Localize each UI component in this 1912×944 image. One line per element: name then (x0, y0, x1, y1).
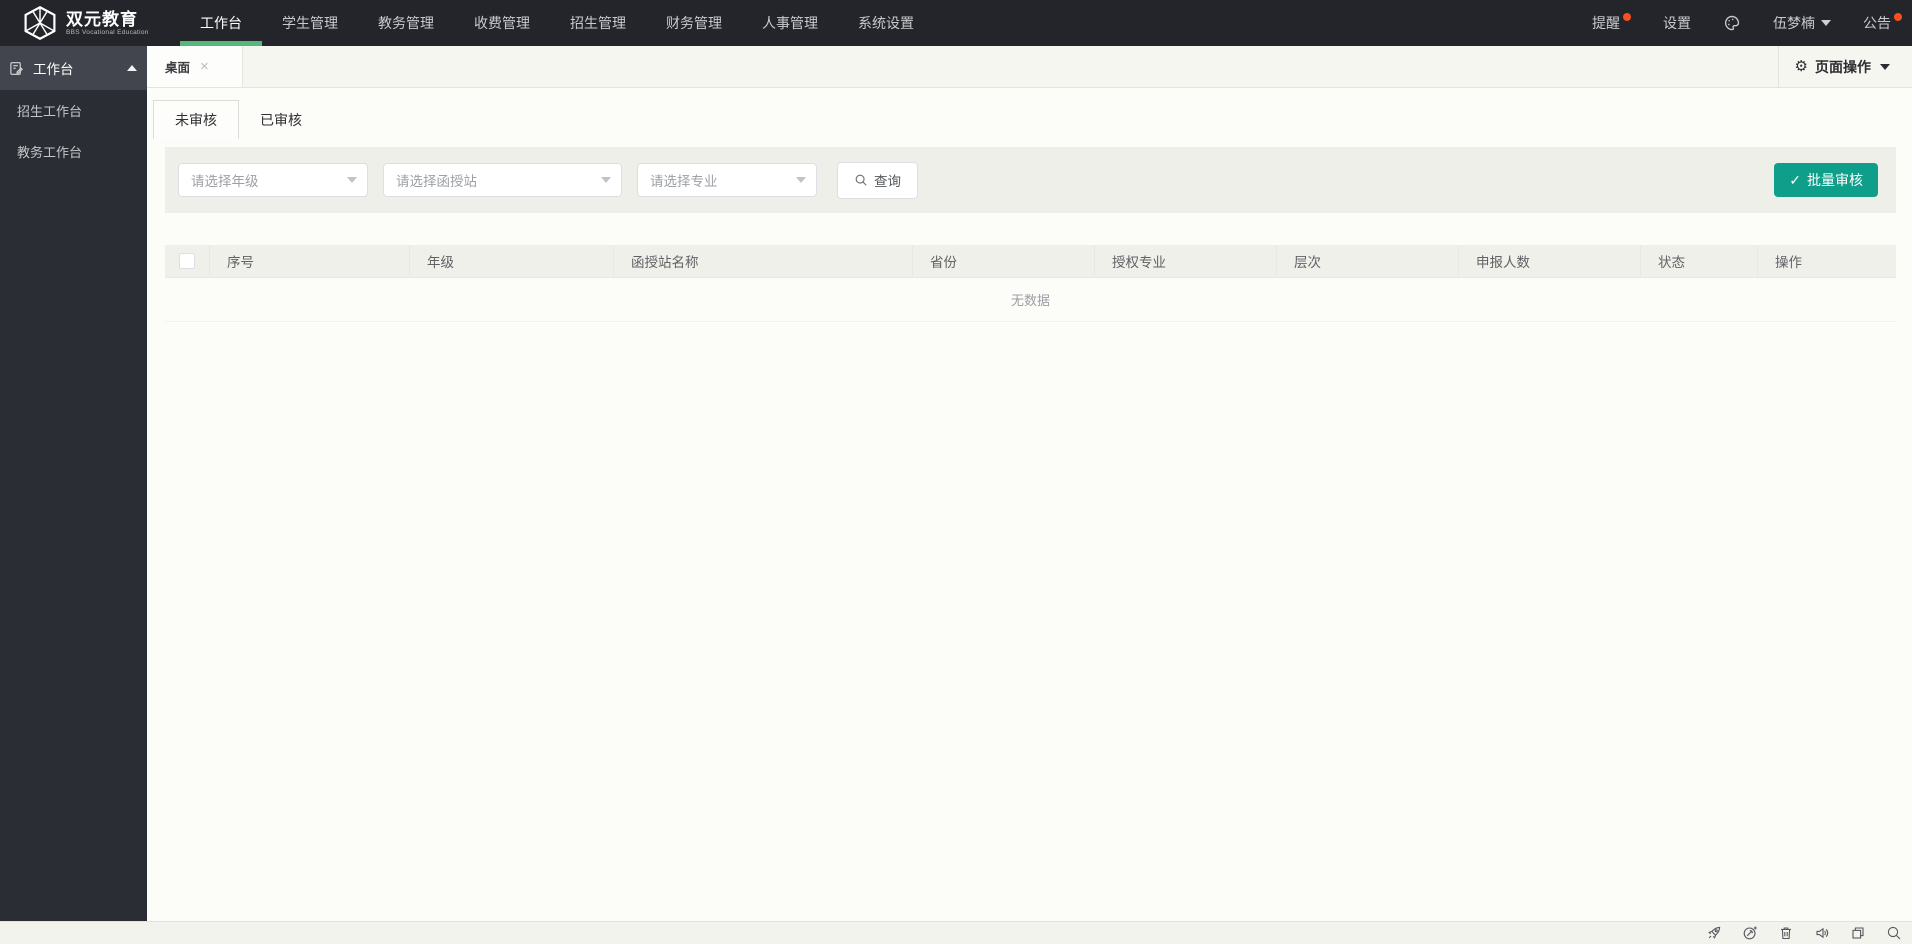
sidebar-group-workbench[interactable]: 工作台 (0, 46, 147, 90)
query-button[interactable]: 查询 (837, 161, 918, 199)
settings-button[interactable]: 设置 (1663, 13, 1691, 33)
query-button-label: 查询 (874, 174, 901, 189)
col-header-grade: 年级 (410, 245, 614, 277)
chevron-down-icon (796, 177, 806, 183)
col-header-level: 层次 (1277, 245, 1459, 277)
col-header-station-name: 函授站名称 (614, 245, 913, 277)
bottom-toolbar (0, 921, 1912, 944)
sidebar-item-label: 教务工作台 (17, 145, 83, 160)
menu-item-workbench[interactable]: 工作台 (180, 0, 262, 46)
batch-review-button[interactable]: ✓ 批量审核 (1774, 163, 1878, 197)
chevron-up-icon (127, 65, 137, 71)
select-all-cell (165, 245, 210, 277)
page-actions-button[interactable]: ⚙ 页面操作 (1777, 46, 1912, 87)
review-status-tabs: 未审核 已审核 (153, 100, 1912, 139)
col-header-province: 省份 (913, 245, 1095, 277)
menu-item-finance[interactable]: 财务管理 (646, 0, 742, 46)
user-menu[interactable]: 伍梦楠 (1773, 13, 1831, 33)
announcement-badge-dot (1894, 13, 1902, 21)
sidebar-item-enrollment-workbench[interactable]: 招生工作台 (0, 90, 147, 131)
menu-item-students[interactable]: 学生管理 (262, 0, 358, 46)
top-navbar: 双元教育 BBS Vocational Education 工作台 学生管理 教… (0, 0, 1912, 46)
col-header-authorized-major: 授权专业 (1095, 245, 1277, 277)
menu-item-label: 系统设置 (858, 15, 914, 31)
menu-item-system-settings[interactable]: 系统设置 (838, 0, 934, 46)
reminder-button[interactable]: 提醒 (1592, 13, 1631, 33)
batch-review-label: 批量审核 (1807, 172, 1863, 188)
table-header-row: 序号 年级 函授站名称 省份 授权专业 层次 申报人数 状态 操作 (165, 245, 1896, 278)
settings-label: 设置 (1663, 15, 1691, 31)
reminder-badge-dot (1623, 13, 1631, 21)
navbar-right: 提醒 设置 伍梦楠 公告 (1592, 13, 1912, 33)
major-select[interactable]: 请选择专业 (637, 163, 817, 197)
chevron-down-icon (601, 177, 611, 183)
review-table: 序号 年级 函授站名称 省份 授权专业 层次 申报人数 状态 操作 无数据 (165, 245, 1896, 322)
col-header-applicant-count: 申报人数 (1459, 245, 1641, 277)
sidebar-item-academic-workbench[interactable]: 教务工作台 (0, 131, 147, 172)
username-label: 伍梦楠 (1773, 15, 1815, 31)
sidebar: 工作台 招生工作台 教务工作台 (0, 46, 147, 921)
theme-button[interactable] (1723, 14, 1741, 32)
menu-item-academic[interactable]: 教务管理 (358, 0, 454, 46)
menu-item-label: 人事管理 (762, 15, 818, 31)
tab-unreviewed[interactable]: 未审核 (153, 100, 239, 139)
menu-item-label: 财务管理 (666, 15, 722, 31)
select-all-checkbox[interactable] (179, 253, 195, 269)
menu-item-label: 招生管理 (570, 15, 626, 31)
table-empty-message: 无数据 (165, 278, 1896, 322)
palette-icon (1724, 15, 1740, 31)
menu-item-label: 工作台 (200, 15, 242, 31)
workbench-doc-icon (10, 61, 23, 75)
tab-label: 未审核 (175, 112, 217, 128)
grade-select[interactable]: 请选择年级 (178, 163, 368, 197)
sidebar-item-label: 招生工作台 (17, 104, 83, 119)
search-icon[interactable] (1886, 925, 1902, 941)
speed-test-icon[interactable] (1742, 925, 1758, 941)
announcement-button[interactable]: 公告 (1863, 13, 1902, 33)
filter-bar: 请选择年级 请选择函授站 请选择专业 查询 ✓ 批量审核 (165, 147, 1896, 213)
page-tabstrip: 桌面 × ⚙ 页面操作 (147, 46, 1912, 88)
reminder-label: 提醒 (1592, 15, 1620, 31)
tab-label: 已审核 (260, 111, 302, 128)
logo-hexagon-icon (24, 6, 56, 40)
page-tab-desktop[interactable]: 桌面 × (147, 46, 243, 87)
menu-item-label: 收费管理 (474, 15, 530, 31)
tab-reviewed[interactable]: 已审核 (239, 100, 323, 139)
logo-title: 双元教育 (66, 9, 138, 29)
rocket-icon[interactable] (1706, 925, 1722, 941)
page-tab-label: 桌面 (165, 61, 191, 75)
sidebar-group-label: 工作台 (33, 62, 74, 77)
search-icon (855, 174, 867, 186)
grade-select-placeholder: 请选择年级 (191, 174, 259, 189)
menu-item-label: 教务管理 (378, 15, 434, 31)
check-icon: ✓ (1789, 172, 1801, 188)
chevron-down-icon (347, 177, 357, 183)
speaker-icon[interactable] (1814, 925, 1830, 941)
chevron-down-icon (1880, 63, 1890, 70)
menu-item-label: 学生管理 (282, 15, 338, 31)
station-select-placeholder: 请选择函授站 (396, 174, 477, 189)
col-header-actions: 操作 (1775, 255, 1802, 270)
chevron-down-icon (1821, 20, 1831, 26)
announcement-label: 公告 (1863, 15, 1891, 31)
windows-icon[interactable] (1850, 925, 1866, 941)
menu-item-fees[interactable]: 收费管理 (454, 0, 550, 46)
col-header-index: 序号 (210, 245, 410, 277)
menu-item-enrollment[interactable]: 招生管理 (550, 0, 646, 46)
app-logo: 双元教育 BBS Vocational Education (0, 5, 160, 41)
close-icon[interactable]: × (200, 59, 209, 74)
col-header-status: 状态 (1641, 245, 1758, 277)
page-actions-label: 页面操作 (1815, 58, 1871, 75)
major-select-placeholder: 请选择专业 (650, 174, 718, 189)
menu-item-hr[interactable]: 人事管理 (742, 0, 838, 46)
gear-icon: ⚙ (1794, 58, 1808, 75)
station-select[interactable]: 请选择函授站 (383, 163, 622, 197)
trash-icon[interactable] (1778, 925, 1794, 941)
main-menu: 工作台 学生管理 教务管理 收费管理 招生管理 财务管理 人事管理 系统设置 (180, 0, 934, 46)
main-content: 未审核 已审核 请选择年级 请选择函授站 请选择专业 查询 ✓ 批量审核 序号 … (147, 88, 1912, 921)
logo-subtitle: BBS Vocational Education (66, 28, 149, 36)
